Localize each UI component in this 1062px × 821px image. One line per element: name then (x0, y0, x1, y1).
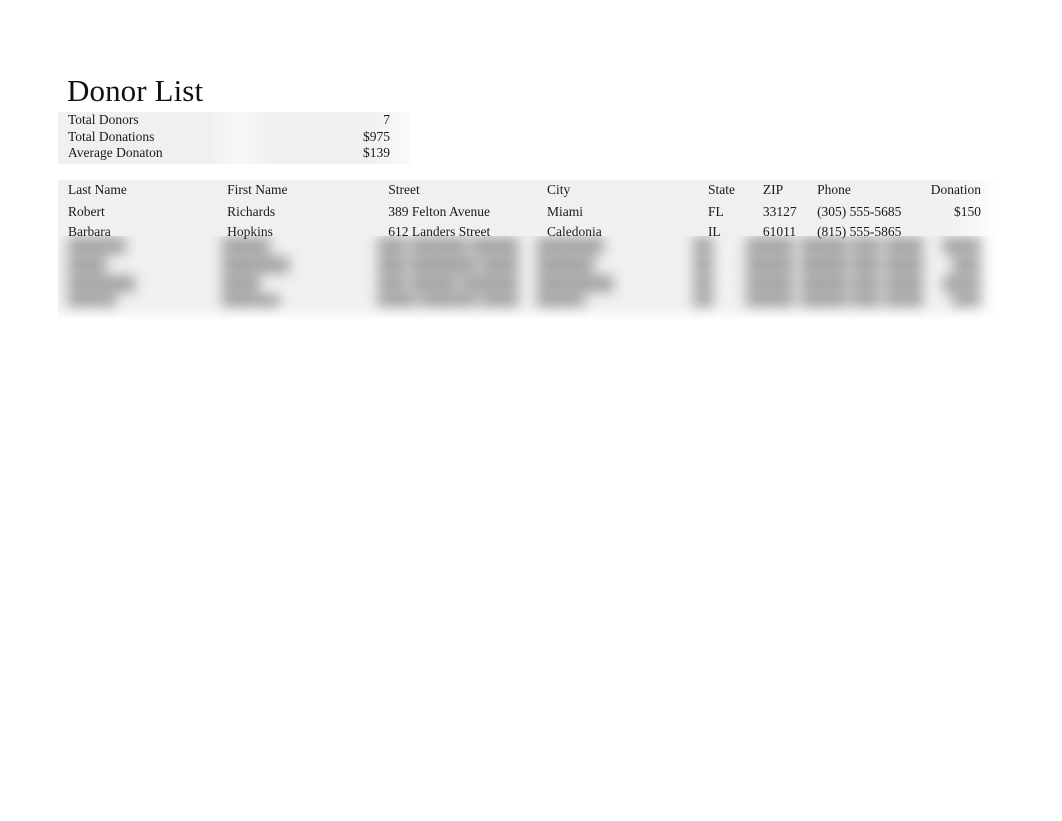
summary-row-average-donation: Average Donaton $139 (58, 145, 390, 162)
column-header-state[interactable]: State (708, 180, 763, 202)
column-header-phone[interactable]: Phone (817, 180, 921, 202)
cell-last-name: Robert (68, 204, 105, 219)
cell-donation: $150 (954, 204, 981, 219)
cell-donation (921, 221, 998, 241)
table-header-row: Last Name First Name Street City State Z… (58, 180, 998, 202)
column-header-city[interactable]: City (547, 180, 708, 202)
cell-state: IL (707, 224, 721, 239)
cell-phone: (815) 555-5865 (817, 224, 902, 239)
summary-label-average-donation: Average Donaton (68, 145, 163, 161)
cell-first-name: Hopkins (227, 224, 273, 239)
table-row: Robert Richards 389 Felton Avenue Miami … (58, 202, 998, 221)
column-header-donation[interactable]: Donation (921, 180, 998, 202)
column-header-last-name[interactable]: Last Name (58, 180, 227, 202)
cell-last-name: Barbara (68, 224, 111, 239)
cell-zip: 61011 (762, 224, 797, 239)
table-row: Barbara Hopkins 612 Landers Street Caled… (58, 221, 998, 241)
cell-state: FL (707, 204, 724, 219)
cell-zip: 33127 (762, 204, 797, 219)
cell-city: Caledonia (547, 224, 602, 239)
summary-value-total-donations: $975 (363, 128, 390, 144)
cell-street: 389 Felton Avenue (388, 204, 490, 219)
cell-street: 612 Landers Street (388, 224, 491, 239)
summary-label-total-donors: Total Donors (68, 112, 139, 127)
column-header-first-name[interactable]: First Name (227, 180, 388, 202)
summary-panel: Total Donors 7 Total Donations $975 Aver… (58, 112, 390, 162)
document-page: Donor List Total Donors 7 Total Donation… (0, 0, 1062, 821)
summary-value-average-donation: $139 (363, 145, 390, 161)
cell-first-name: Richards (227, 204, 276, 219)
cell-phone: (305) 555-5685 (817, 204, 902, 219)
donor-table: Last Name First Name Street City State Z… (58, 180, 998, 241)
page-title: Donor List (67, 73, 204, 108)
summary-label-total-donations: Total Donations (68, 128, 155, 144)
column-header-street[interactable]: Street (388, 180, 547, 202)
cell-city: Miami (547, 204, 584, 219)
summary-value-total-donors: 7 (383, 112, 390, 127)
column-header-zip[interactable]: ZIP (763, 180, 817, 202)
summary-row-total-donations: Total Donations $975 (58, 129, 390, 146)
summary-row-total-donors: Total Donors 7 (58, 112, 390, 129)
